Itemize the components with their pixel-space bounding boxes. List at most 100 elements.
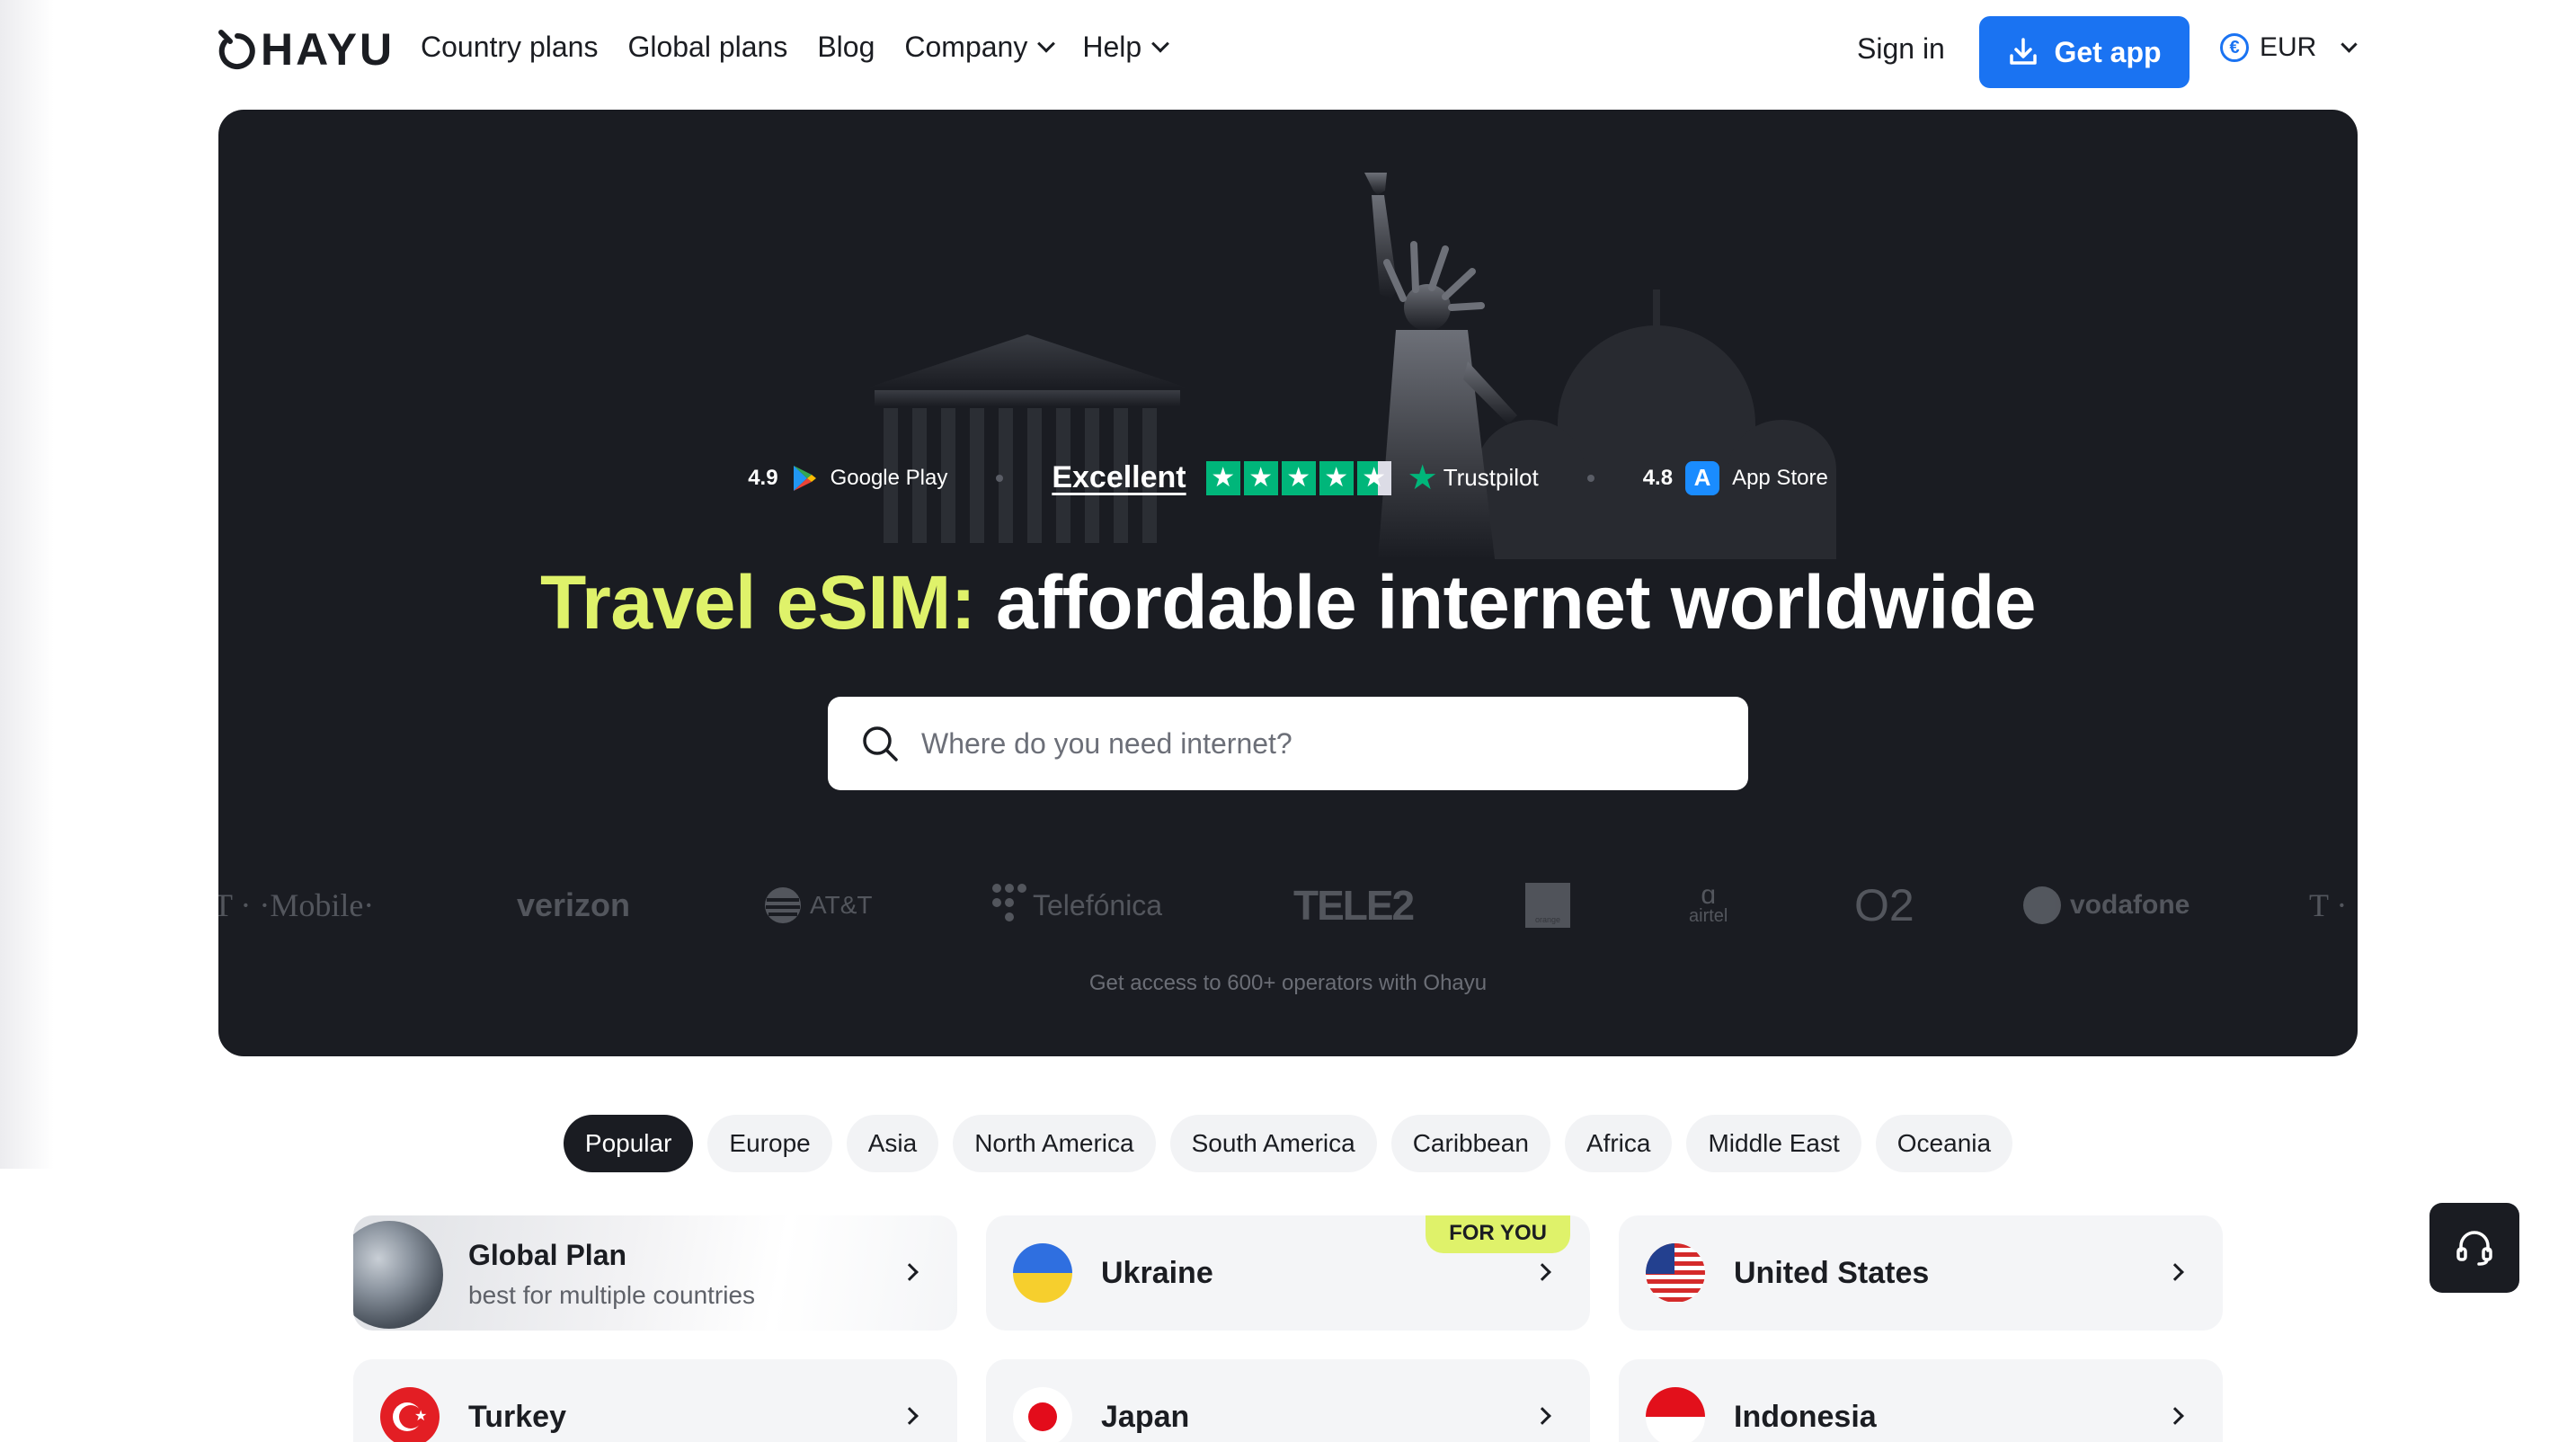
country-card-turkey[interactable]: ★ Turkey: [353, 1359, 957, 1442]
telefonica-dots-icon: [992, 884, 1026, 921]
tab-africa[interactable]: Africa: [1564, 1115, 1673, 1172]
country-name: United States: [1734, 1255, 1930, 1290]
main-nav: Country plans Global plans Blog Company …: [421, 31, 1196, 64]
chevron-down-icon: [1037, 34, 1056, 53]
country-name: Turkey: [468, 1399, 566, 1434]
hero-title-rest: affordable internet worldwide: [996, 560, 2036, 645]
trustpilot-star-icon: ★: [1407, 458, 1438, 497]
app-store-rating[interactable]: 4.8 A App Store: [1642, 460, 1828, 495]
globe-icon: [353, 1221, 443, 1329]
app-store-label: App Store: [1732, 465, 1828, 490]
global-plan-card[interactable]: Global Plan best for multiple countries: [353, 1215, 957, 1331]
vodafone-mark-icon: [2023, 886, 2061, 924]
chevron-down-icon: [2341, 35, 2358, 53]
nav-global-plans[interactable]: Global plans: [627, 31, 787, 64]
app-store-icon: A: [1685, 460, 1720, 495]
operator-name: Telefónica: [1033, 888, 1163, 921]
star-icon: ★: [1243, 460, 1278, 495]
region-tabs: Popular Europe Asia North America South …: [0, 1115, 2576, 1172]
star-icon: ★: [1319, 460, 1354, 495]
google-play-rating[interactable]: 4.9 Google Play: [748, 464, 947, 493]
for-you-badge: FOR YOU: [1426, 1215, 1570, 1253]
half-star-icon: ★: [1356, 460, 1391, 495]
nav-label: Country plans: [421, 31, 599, 63]
tab-middle-east[interactable]: Middle East: [1686, 1115, 1861, 1172]
country-card-indonesia[interactable]: Indonesia: [1619, 1359, 2223, 1442]
country-card-japan[interactable]: Japan: [986, 1359, 1590, 1442]
operator-logo-vodafone: vodafone: [2023, 874, 2190, 937]
logo-text: HAYU: [261, 24, 395, 75]
hero-title: Travel eSIM: affordable internet worldwi…: [218, 559, 2358, 646]
tab-asia[interactable]: Asia: [846, 1115, 939, 1172]
operators-caption: Get access to 600+ operators with Ohayu: [1088, 971, 1488, 995]
sign-in-link[interactable]: Sign in: [1857, 32, 1945, 66]
tab-north-america[interactable]: North America: [953, 1115, 1156, 1172]
country-card-united-states[interactable]: United States: [1619, 1215, 2223, 1331]
landmarks-illustration: [866, 173, 1836, 559]
operator-logo-verizon: verizon: [517, 886, 631, 923]
chevron-right-icon: [2166, 1407, 2184, 1425]
country-card-ukraine[interactable]: Ukraine FOR YOU: [986, 1215, 1590, 1331]
separator-dot: [1586, 474, 1594, 482]
nav-label: Help: [1082, 31, 1142, 63]
trustpilot-rating[interactable]: Excellent ★ ★ ★ ★ ★ ★ Trustpilot: [1052, 458, 1539, 497]
headset-icon: [2456, 1231, 2492, 1266]
search-input[interactable]: [921, 726, 1694, 761]
indonesia-flag-icon: [1646, 1387, 1705, 1442]
app-store-score: 4.8: [1642, 465, 1674, 490]
trustpilot-stars: ★ ★ ★ ★ ★: [1205, 460, 1391, 495]
download-icon: [2010, 38, 2038, 65]
nav-blog[interactable]: Blog: [817, 31, 875, 64]
page-edge-shadow: [0, 0, 54, 1169]
operator-name: AT&T: [810, 891, 873, 919]
tab-oceania[interactable]: Oceania: [1875, 1115, 2013, 1172]
airtel-swirl-icon: ɑ: [1701, 879, 1717, 910]
operators-strip: T · ·Mobile· verizon AT&T Telefónica TEL…: [218, 874, 2358, 937]
operator-name: orange: [1525, 883, 1570, 928]
star-icon: ★: [1205, 460, 1240, 495]
google-play-score: 4.9: [748, 465, 778, 490]
ohayu-logo[interactable]: HAYU: [218, 23, 395, 76]
nav-country-plans[interactable]: Country plans: [421, 31, 598, 64]
currency-selector[interactable]: € EUR: [2220, 32, 2358, 63]
operator-name: O2: [1854, 880, 1914, 930]
operator-logo-telekom: T ·: [2309, 887, 2348, 923]
operator-logo-airtel: ɑ airtel: [1689, 874, 1728, 937]
operator-name: airtel: [1689, 905, 1728, 926]
operator-logo-o2: O2: [1854, 874, 1914, 937]
support-chat-button[interactable]: [2429, 1203, 2519, 1293]
ratings-bar: 4.9 Google Play Excellent ★ ★ ★ ★ ★ ★ Tr…: [218, 460, 2358, 495]
nav-label: Blog: [817, 31, 875, 63]
tab-caribbean[interactable]: Caribbean: [1390, 1115, 1550, 1172]
get-app-button[interactable]: Get app: [1979, 16, 2190, 88]
google-play-icon: [793, 465, 816, 491]
nav-company-dropdown[interactable]: Company: [904, 31, 1056, 64]
search-icon: [863, 726, 898, 761]
global-plan-title: Global Plan: [468, 1239, 627, 1271]
country-name: Indonesia: [1734, 1399, 1877, 1434]
country-name: Japan: [1101, 1399, 1190, 1434]
global-plan-subtitle: best for multiple countries: [468, 1281, 756, 1309]
operator-name: vodafone: [2070, 890, 2190, 920]
operator-logo-orange: orange: [1525, 874, 1570, 937]
chevron-right-icon: [1533, 1407, 1551, 1425]
operator-logo-telefonica: Telefónica: [991, 874, 1162, 937]
tab-europe[interactable]: Europe: [707, 1115, 832, 1172]
operator-logo-att: AT&T: [763, 874, 872, 937]
ukraine-flag-icon: [1013, 1243, 1072, 1303]
star-icon: ★: [1281, 460, 1316, 495]
site-header: HAYU Country plans Global plans Blog Com…: [0, 0, 2576, 104]
euro-coin-icon: €: [2220, 33, 2249, 62]
operator-logo-tmobile: T · ·Mobile·: [218, 887, 375, 923]
destination-search[interactable]: [828, 697, 1748, 790]
nav-help-dropdown[interactable]: Help: [1082, 31, 1170, 64]
trustpilot-label: Trustpilot: [1443, 464, 1539, 491]
trustpilot-excellent-label: Excellent: [1052, 460, 1186, 494]
tab-south-america[interactable]: South America: [1169, 1115, 1377, 1172]
tab-popular[interactable]: Popular: [563, 1115, 694, 1172]
separator-dot: [996, 474, 1004, 482]
chevron-right-icon: [901, 1263, 919, 1281]
turkey-flag-icon: ★: [380, 1387, 440, 1442]
operator-logo-tele2: TELE2: [1293, 882, 1415, 929]
google-play-label: Google Play: [830, 465, 948, 490]
